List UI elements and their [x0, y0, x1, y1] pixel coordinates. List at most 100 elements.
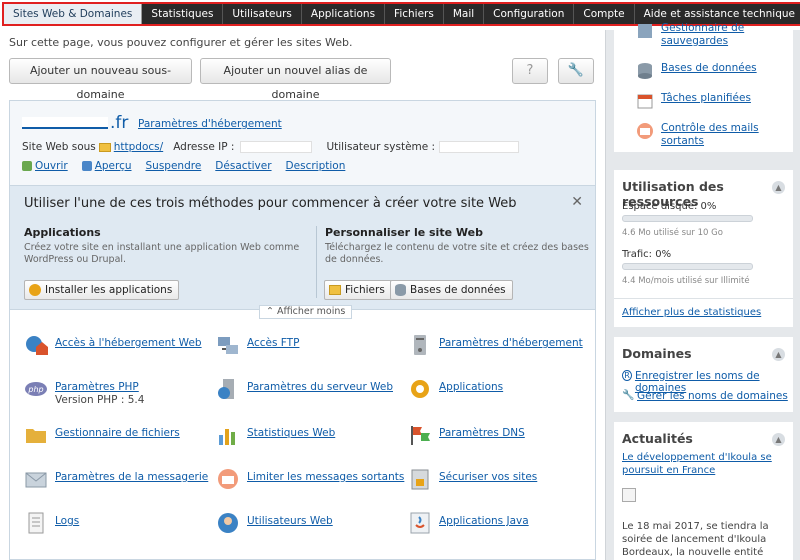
folder-icon — [329, 285, 341, 295]
suspend-link[interactable]: Suspendre — [146, 160, 202, 172]
java-icon — [410, 512, 430, 534]
disk-usage-label: Espace disque: 0% — [622, 201, 717, 212]
grid-item-dns-settings[interactable]: Paramètres DNS — [408, 423, 525, 447]
redacted-domain — [22, 117, 108, 129]
calendar-icon — [637, 94, 653, 109]
lock-icon — [411, 469, 429, 490]
chevron-up-icon: ⌃ — [266, 306, 277, 317]
tab-statistiques[interactable]: Statistiques — [142, 4, 224, 24]
getting-started-title: Utiliser l'une de ces trois méthodes pou… — [24, 196, 517, 211]
backup-icon — [638, 24, 652, 38]
grid-item-hosting-settings[interactable]: Paramètres d'hébergement — [408, 333, 583, 357]
grid-item-applications[interactable]: Applications — [408, 377, 503, 401]
add-subdomain-button[interactable]: Ajouter un nouveau sous-domaine — [9, 58, 192, 101]
show-less-toggle[interactable]: ⌃ Afficher moins — [259, 305, 353, 319]
redacted-ip — [240, 141, 313, 153]
mail-icon — [25, 472, 47, 488]
news-title: Actualités — [622, 431, 693, 446]
grid-item-web-hosting-access[interactable]: Accès à l'hébergement Web — [24, 333, 202, 357]
broken-image-icon — [622, 488, 636, 502]
collapse-domains-icon[interactable]: ▲ — [772, 348, 785, 361]
preview-link[interactable]: Aperçu — [95, 160, 132, 172]
domain-panel: .fr Paramètres d'hébergement Site Web so… — [9, 100, 596, 560]
news-box: Actualités ▲ Le développement d'Ikoula s… — [614, 422, 793, 560]
traffic-label: Trafic: 0% — [622, 249, 672, 260]
news-headline-link[interactable]: Le développement d'Ikoula se poursuit en… — [622, 451, 787, 477]
close-icon[interactable]: ✕ — [571, 194, 583, 210]
dns-icon — [411, 426, 430, 445]
tab-utilisateurs[interactable]: Utilisateurs — [223, 4, 302, 24]
apps-column: Applications Créez votre site en install… — [24, 226, 300, 265]
open-icon — [22, 161, 32, 171]
tab-applications[interactable]: Applications — [302, 4, 386, 24]
grid-item-web-server-settings[interactable]: Paramètres du serveur Web — [216, 377, 393, 401]
gear-icon — [29, 284, 41, 296]
add-alias-button[interactable]: Ajouter un nouvel alias de domaine — [200, 58, 391, 101]
grid-item-web-users[interactable]: Utilisateurs Web — [216, 511, 333, 535]
wrench-icon[interactable]: 🔧 — [558, 58, 594, 84]
disable-link[interactable]: Désactiver — [215, 160, 271, 172]
news-body: Le 18 mai 2017, se tiendra la soirée de … — [622, 521, 769, 558]
disk-usage-note: 4.6 Mo utilisé sur 10 Go — [622, 228, 723, 238]
grid-item-file-manager[interactable]: Gestionnaire de fichiers — [24, 423, 180, 447]
resources-box: Utilisation des ressources ▲ Espace disq… — [614, 170, 793, 327]
disk-usage-bar — [622, 215, 753, 222]
sidebar-link-databases[interactable]: Bases de données — [636, 62, 757, 80]
hosting-settings-link[interactable]: Paramètres d'hébergement — [138, 118, 282, 130]
web-server-icon — [218, 379, 234, 399]
site-info-line: Site Web sous httpdocs/ Adresse IP : Uti… — [22, 141, 520, 153]
collapse-news-icon[interactable]: ▲ — [772, 433, 785, 446]
server-icon — [414, 335, 426, 355]
domain-name[interactable]: .fr — [22, 113, 128, 133]
traffic-note: 4.4 Mo/mois utilisé sur Illimité — [622, 276, 750, 286]
domain-actions: Ouvrir Aperçu Suspendre Désactiver Descr… — [22, 160, 359, 172]
tab-compte[interactable]: Compte — [574, 4, 635, 24]
tab-sites-web-domaines[interactable]: Sites Web & Domaines — [4, 4, 143, 24]
install-apps-button[interactable]: Installer les applications — [24, 280, 180, 300]
domains-title: Domaines — [622, 346, 692, 361]
preview-icon — [81, 161, 92, 171]
database-icon — [638, 63, 652, 79]
main-content: Sur cette page, vous pouvez configurer e… — [0, 30, 605, 560]
sidebar: Gestionnaire de sauvegardes Bases de don… — [605, 22, 800, 560]
sidebar-link-scheduled-tasks[interactable]: Tâches planifiées — [636, 92, 751, 110]
registered-icon: R — [622, 370, 632, 381]
collapse-resources-icon[interactable]: ▲ — [772, 181, 785, 194]
svg-text:php: php — [27, 385, 43, 394]
sidebar-link-backups[interactable]: Gestionnaire de sauvegardes — [636, 22, 771, 48]
ftp-icon — [218, 337, 238, 354]
globe-house-icon — [26, 336, 48, 355]
grid-item-mail-settings[interactable]: Paramètres de la messagerie — [24, 467, 208, 491]
grid-item-secure-sites[interactable]: Sécuriser vos sites — [408, 467, 537, 491]
tab-fichiers[interactable]: Fichiers — [385, 4, 444, 24]
files-button[interactable]: Fichiers — [324, 280, 392, 300]
php-icon: php — [25, 382, 47, 396]
tab-mail[interactable]: Mail — [444, 4, 485, 24]
redacted-sysuser — [439, 141, 520, 153]
manage-domains-link[interactable]: 🔧 Gérer les noms de domaines — [622, 390, 788, 402]
docroot-link[interactable]: httpdocs/ — [114, 141, 163, 153]
wrench-icon: 🔧 — [622, 390, 635, 401]
grid-item-php-settings[interactable]: php Paramètres PHP Version PHP : 5.4 — [24, 377, 144, 407]
logs-icon — [28, 512, 44, 534]
description-link[interactable]: Description — [286, 160, 346, 172]
help-button[interactable]: ? — [512, 58, 548, 84]
chart-icon — [219, 429, 235, 445]
domain-header: .fr Paramètres d'hébergement Site Web so… — [10, 101, 595, 185]
tab-configuration[interactable]: Configuration — [484, 4, 575, 24]
sidebar-link-mail-control[interactable]: Contrôle des mails sortants — [636, 122, 771, 148]
getting-started: Utiliser l'une de ces trois méthodes pou… — [10, 185, 595, 310]
open-link[interactable]: Ouvrir — [35, 160, 68, 172]
grid-item-limit-outgoing[interactable]: Limiter les messages sortants — [216, 467, 404, 491]
grid-item-logs[interactable]: Logs — [24, 511, 79, 535]
grid-item-java-apps[interactable]: Applications Java — [408, 511, 529, 535]
tab-aide[interactable]: Aide et assistance technique — [635, 4, 800, 24]
more-stats-link[interactable]: Afficher plus de statistiques — [622, 307, 761, 318]
grid-item-web-stats[interactable]: Statistiques Web — [216, 423, 335, 447]
databases-button[interactable]: Bases de données — [390, 280, 513, 300]
sidebar-links-box: Gestionnaire de sauvegardes Bases de don… — [614, 22, 793, 152]
mail-control-icon — [637, 123, 653, 139]
folder-icon — [98, 142, 111, 152]
grid-item-ftp-access[interactable]: Accès FTP — [216, 333, 299, 357]
domains-box: Domaines ▲ R Enregistrer les noms de dom… — [614, 337, 793, 412]
